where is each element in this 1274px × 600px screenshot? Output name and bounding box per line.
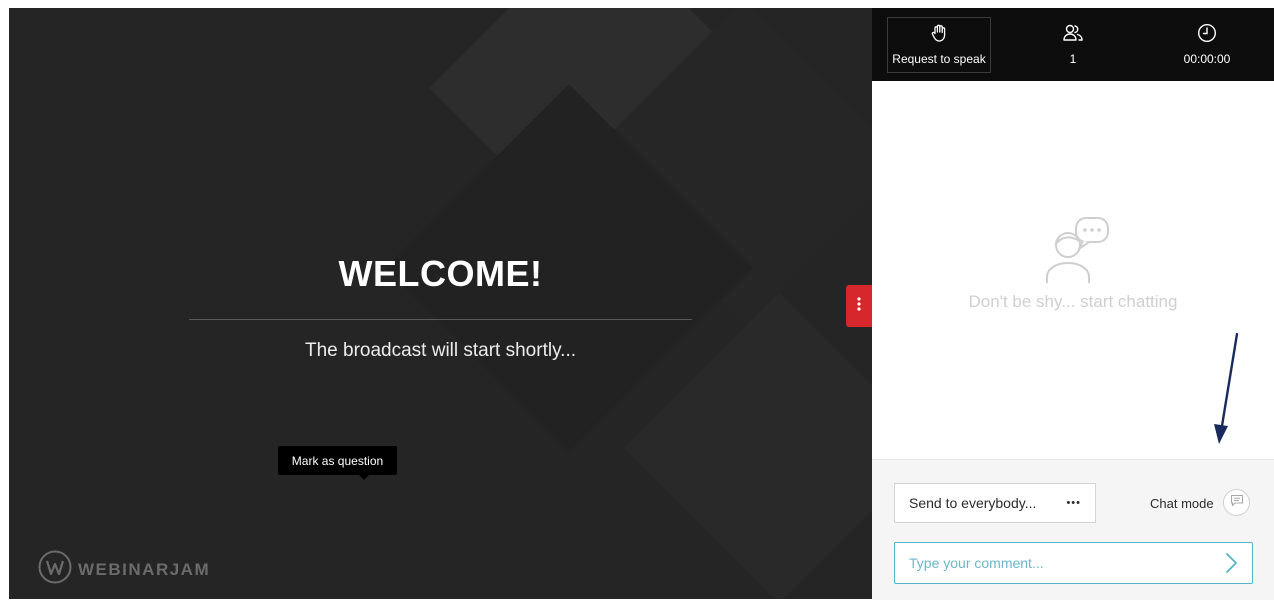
panel-topbar: Request to speak 1 00:00:00 — [872, 8, 1274, 81]
timer-value: 00:00:00 — [1183, 52, 1231, 66]
title-divider — [189, 319, 692, 320]
chat-empty-text: Don't be shy... start chatting — [968, 292, 1178, 311]
request-to-speak-label: Request to speak — [892, 52, 986, 66]
request-to-speak-button[interactable]: Request to speak — [887, 16, 991, 73]
dots-vertical-icon — [857, 296, 861, 316]
brand-logo: WEBINARJAM — [38, 550, 210, 589]
webinarjam-logo-icon — [38, 550, 72, 589]
attendees-count: 1 — [1069, 52, 1077, 66]
send-button[interactable] — [1220, 552, 1242, 574]
send-to-dropdown[interactable]: Send to everybody... ••• — [894, 483, 1096, 523]
comment-box — [894, 542, 1253, 584]
chat-mode-label: Chat mode — [1150, 496, 1214, 511]
attendees-indicator[interactable]: 1 — [1021, 17, 1125, 73]
tooltip-arrow — [359, 475, 369, 480]
chat-panel: Request to speak 1 00:00:00 Don't be shy… — [872, 8, 1274, 600]
mark-as-question-tooltip: Mark as question — [278, 446, 397, 475]
chat-person-icon — [1033, 217, 1113, 287]
welcome-title: WELCOME! — [338, 253, 543, 294]
message-square-icon — [1230, 494, 1244, 512]
comment-input[interactable] — [895, 543, 1243, 583]
chevron-right-icon — [1226, 553, 1237, 573]
chat-compose-area: Send to everybody... ••• Chat mode — [872, 459, 1274, 600]
brand-name: WEBINARJAM — [78, 559, 211, 579]
broadcast-stage: WELCOME! The broadcast will start shortl… — [9, 8, 872, 599]
clock-icon — [1197, 23, 1217, 46]
timer-indicator: 00:00:00 — [1155, 17, 1259, 73]
more-options-icon: ••• — [1066, 497, 1081, 509]
send-to-label: Send to everybody... — [909, 495, 1037, 511]
users-icon — [1062, 23, 1084, 46]
annotation-arrow — [1214, 332, 1239, 444]
broadcast-subtitle: The broadcast will start shortly... — [304, 340, 577, 361]
mark-as-question-button[interactable] — [1223, 489, 1250, 516]
stage-menu-toggle[interactable] — [846, 285, 872, 327]
hand-raise-icon — [929, 23, 949, 46]
chat-empty-state: Don't be shy... start chatting — [872, 203, 1274, 312]
